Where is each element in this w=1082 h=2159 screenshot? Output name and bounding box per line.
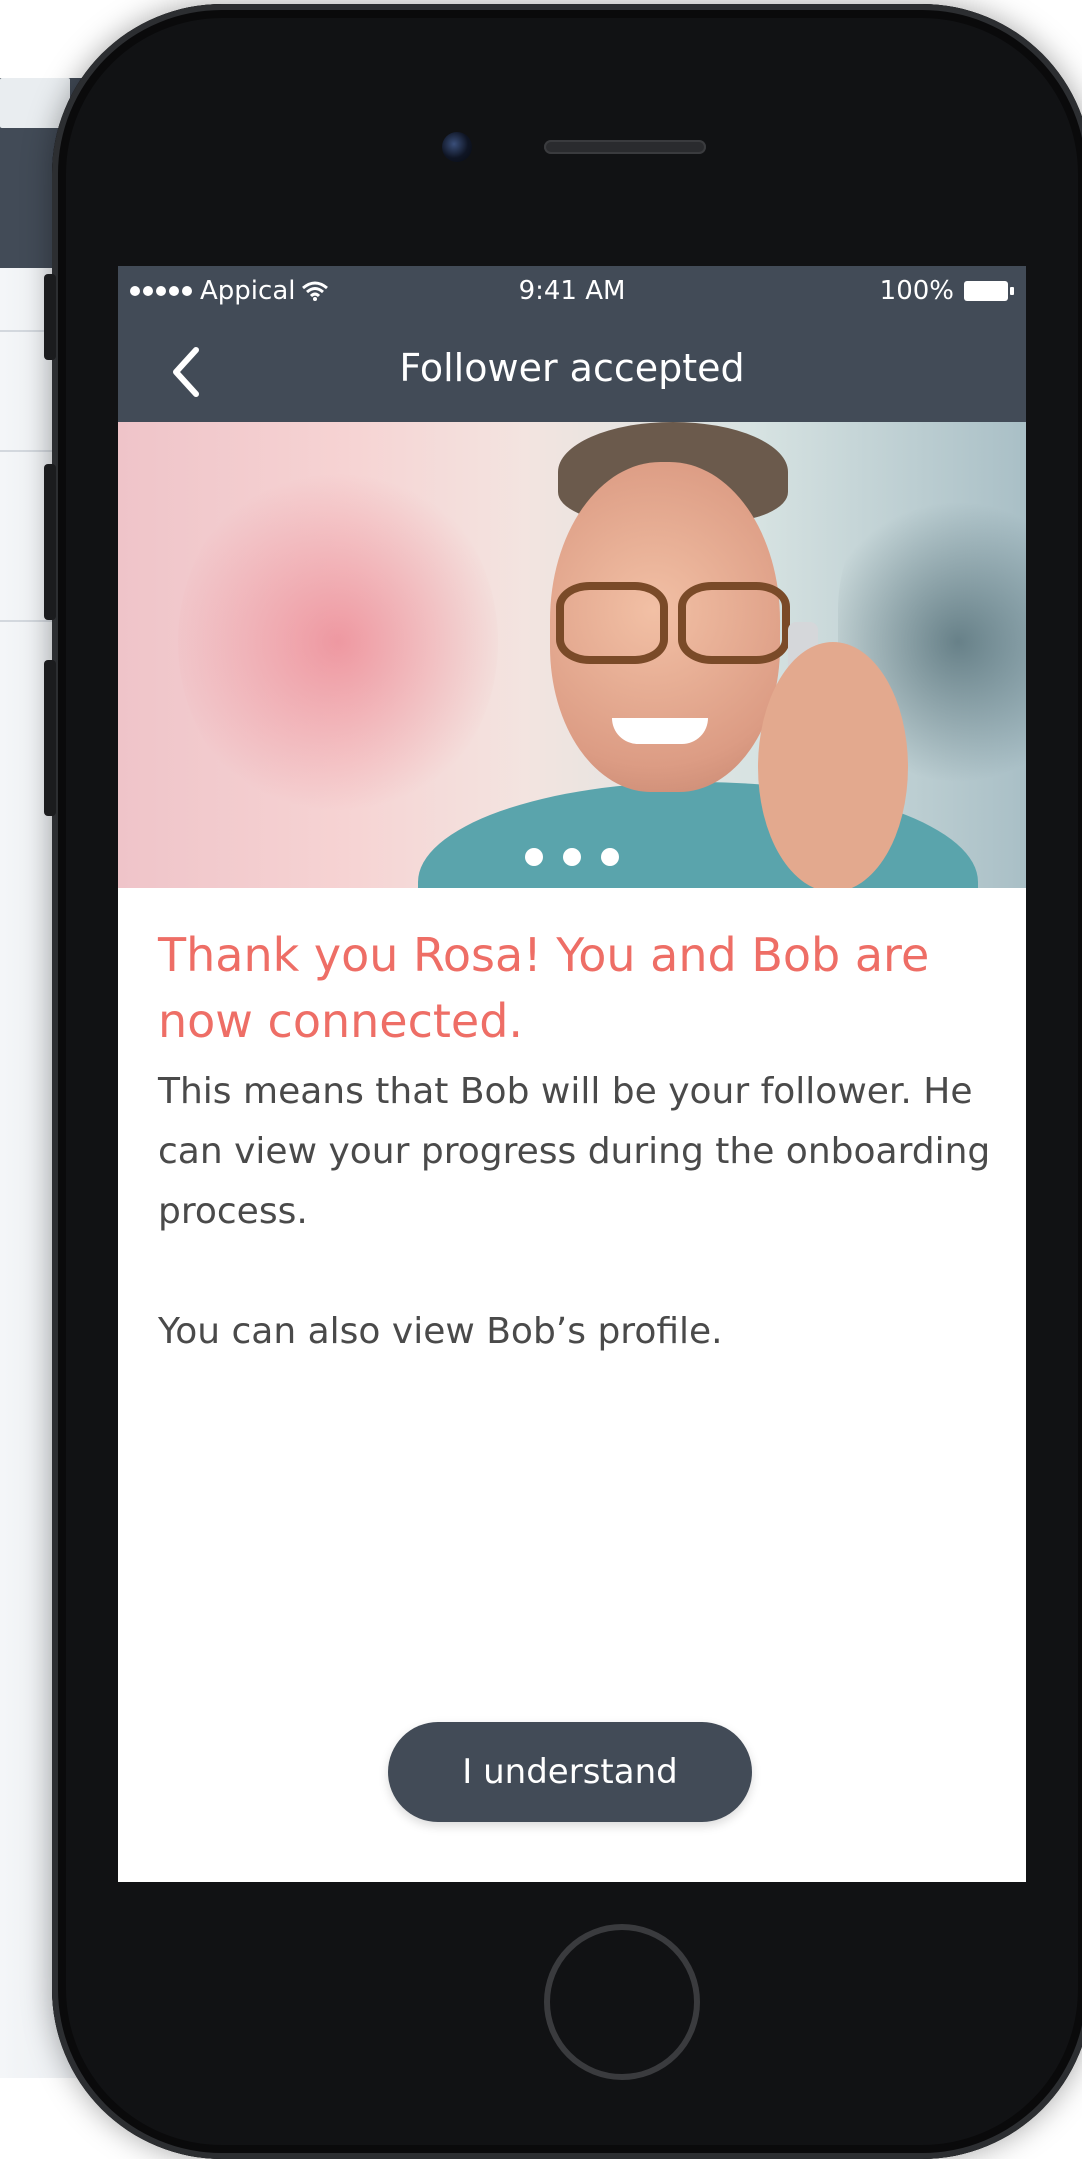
hero-background-blur bbox=[178, 462, 498, 822]
carousel-pager bbox=[118, 848, 1026, 866]
message-content: Thank you Rosa! You and Bob are now conn… bbox=[158, 922, 998, 1362]
i-understand-button[interactable]: I understand bbox=[388, 1722, 752, 1822]
pager-dot[interactable] bbox=[525, 848, 543, 866]
speaker-grille bbox=[544, 140, 706, 154]
home-button[interactable] bbox=[544, 1924, 700, 2080]
front-camera bbox=[442, 132, 472, 162]
volume-down-button bbox=[44, 660, 56, 816]
status-bar: Appical 9:41 AM 100% bbox=[118, 266, 1026, 318]
mute-switch bbox=[44, 274, 56, 360]
hero-smile bbox=[612, 718, 708, 744]
pager-dot[interactable] bbox=[563, 848, 581, 866]
navigation-bar: Follower accepted bbox=[118, 318, 1026, 422]
battery-icon bbox=[964, 281, 1014, 301]
status-right: 100% bbox=[880, 276, 1014, 306]
hero-image bbox=[118, 422, 1026, 888]
hero-glasses bbox=[678, 582, 790, 664]
confirmation-headline: Thank you Rosa! You and Bob are now conn… bbox=[158, 928, 930, 1048]
page-title: Follower accepted bbox=[399, 346, 745, 390]
battery-percentage: 100% bbox=[879, 276, 954, 306]
pager-dot[interactable] bbox=[601, 848, 619, 866]
follower-explanation: This means that Bob will be your followe… bbox=[158, 1071, 991, 1232]
volume-up-button bbox=[44, 464, 56, 620]
profile-hint: You can also view Bob’s profile. bbox=[158, 1311, 723, 1352]
app-screen: Appical 9:41 AM 100% Follower accepted T… bbox=[118, 266, 1026, 1882]
hero-glasses bbox=[556, 582, 668, 664]
